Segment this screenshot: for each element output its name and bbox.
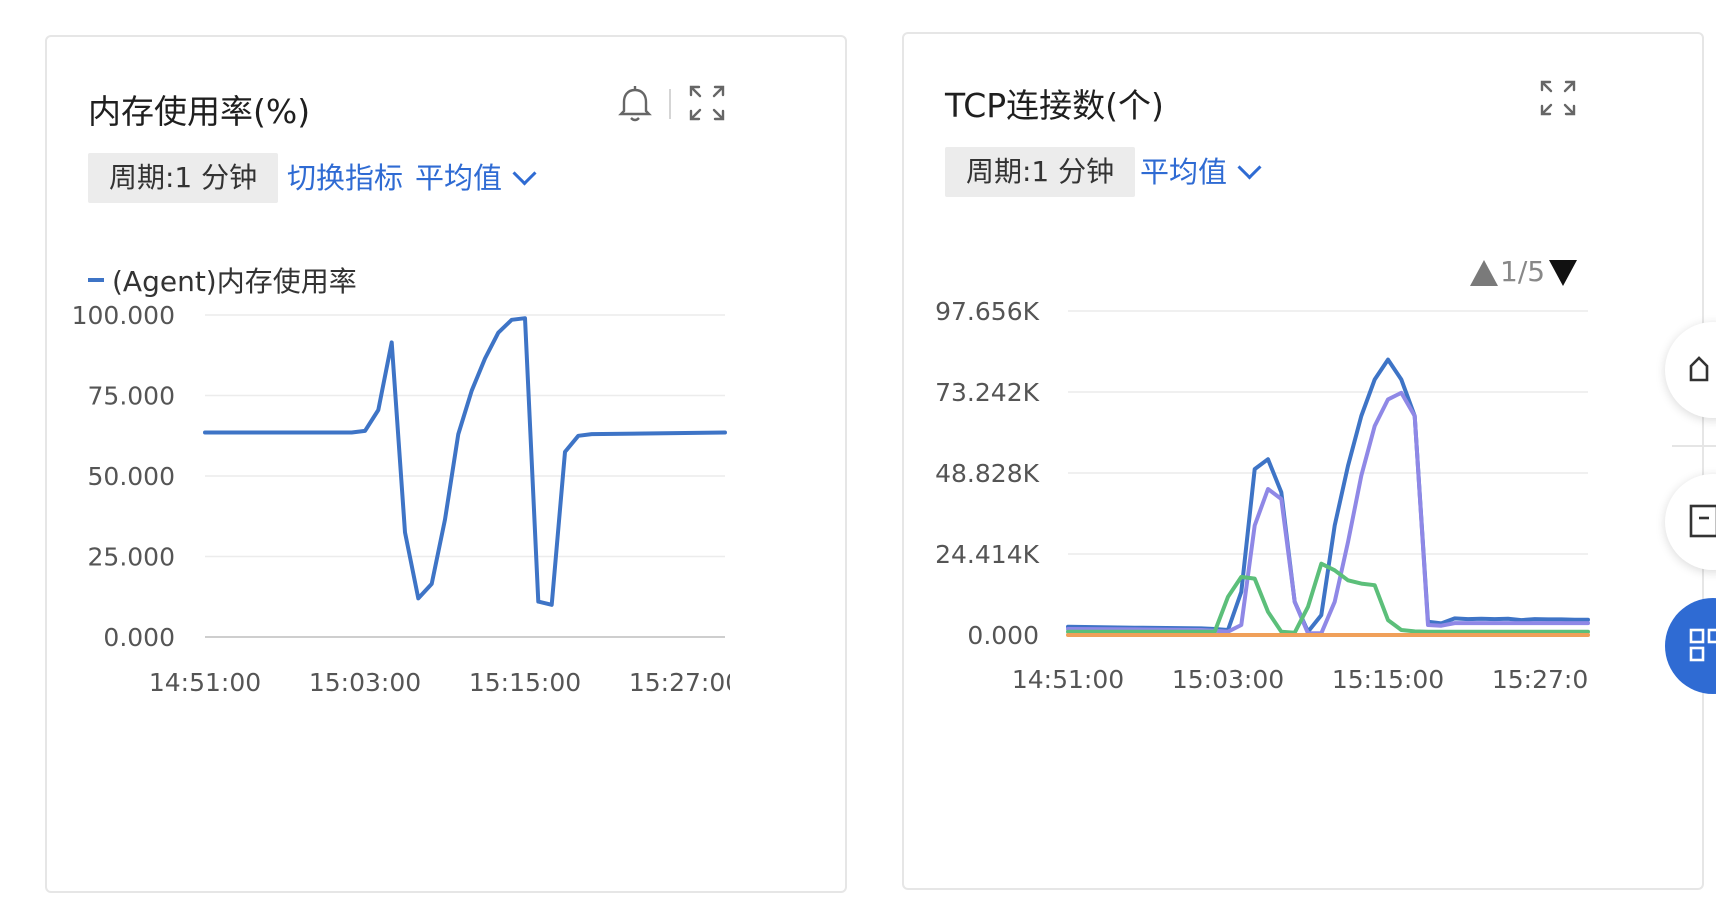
partial-icon-1: [1689, 356, 1709, 382]
series-line-1[interactable]: [1066, 390, 1590, 636]
y-tick-label: 25.000: [88, 543, 175, 572]
y-tick-label: 100.000: [72, 301, 175, 330]
x-tick-label: 15:27:00: [1492, 665, 1604, 694]
y-tick-label: 0.000: [967, 621, 1039, 650]
y-tick-label: 48.828K: [935, 459, 1039, 488]
memory-usage-chart[interactable]: 100.000 75.000 50.000 25.000 0.000 14:51:00 15…: [47, 37, 847, 893]
y-tick-label: 75.000: [88, 382, 175, 411]
x-tick-label: 15:03:00: [1172, 665, 1284, 694]
x-tick-label: 14:51:00: [149, 668, 261, 697]
y-tick-label: 24.414K: [935, 540, 1039, 569]
grid-icon: [1689, 628, 1716, 662]
x-tick-label: 15:15:00: [1332, 665, 1444, 694]
y-tick-label: 50.000: [88, 462, 175, 491]
memory-usage-card: 内存使用率(%) 周期:1 分钟 切换指标 平均值 (Agent)内存使用率 1…: [45, 35, 847, 893]
x-tick-label: 15:03:00: [309, 668, 421, 697]
side-tool-divider: [1672, 445, 1716, 447]
y-tick-label: 0.000: [103, 623, 175, 652]
tcp-connections-card: TCP连接数(个) 周期:1 分钟 平均值 1/5 97.656K 73.242K…: [902, 32, 1704, 890]
y-tick-label: 73.242K: [935, 378, 1039, 407]
x-tick-label: 15:27:00: [629, 668, 741, 697]
tcp-connections-chart[interactable]: 97.656K 73.242K 48.828K 24.414K 0.000 14:51:0…: [904, 34, 1704, 890]
partial-icon-2: [1689, 504, 1716, 538]
x-tick-label: 14:51:00: [1012, 665, 1124, 694]
x-tick-label: 15:15:00: [469, 668, 581, 697]
series-line-0[interactable]: [203, 316, 727, 607]
y-tick-label: 97.656K: [935, 297, 1039, 326]
series-line-0[interactable]: [1066, 357, 1590, 634]
